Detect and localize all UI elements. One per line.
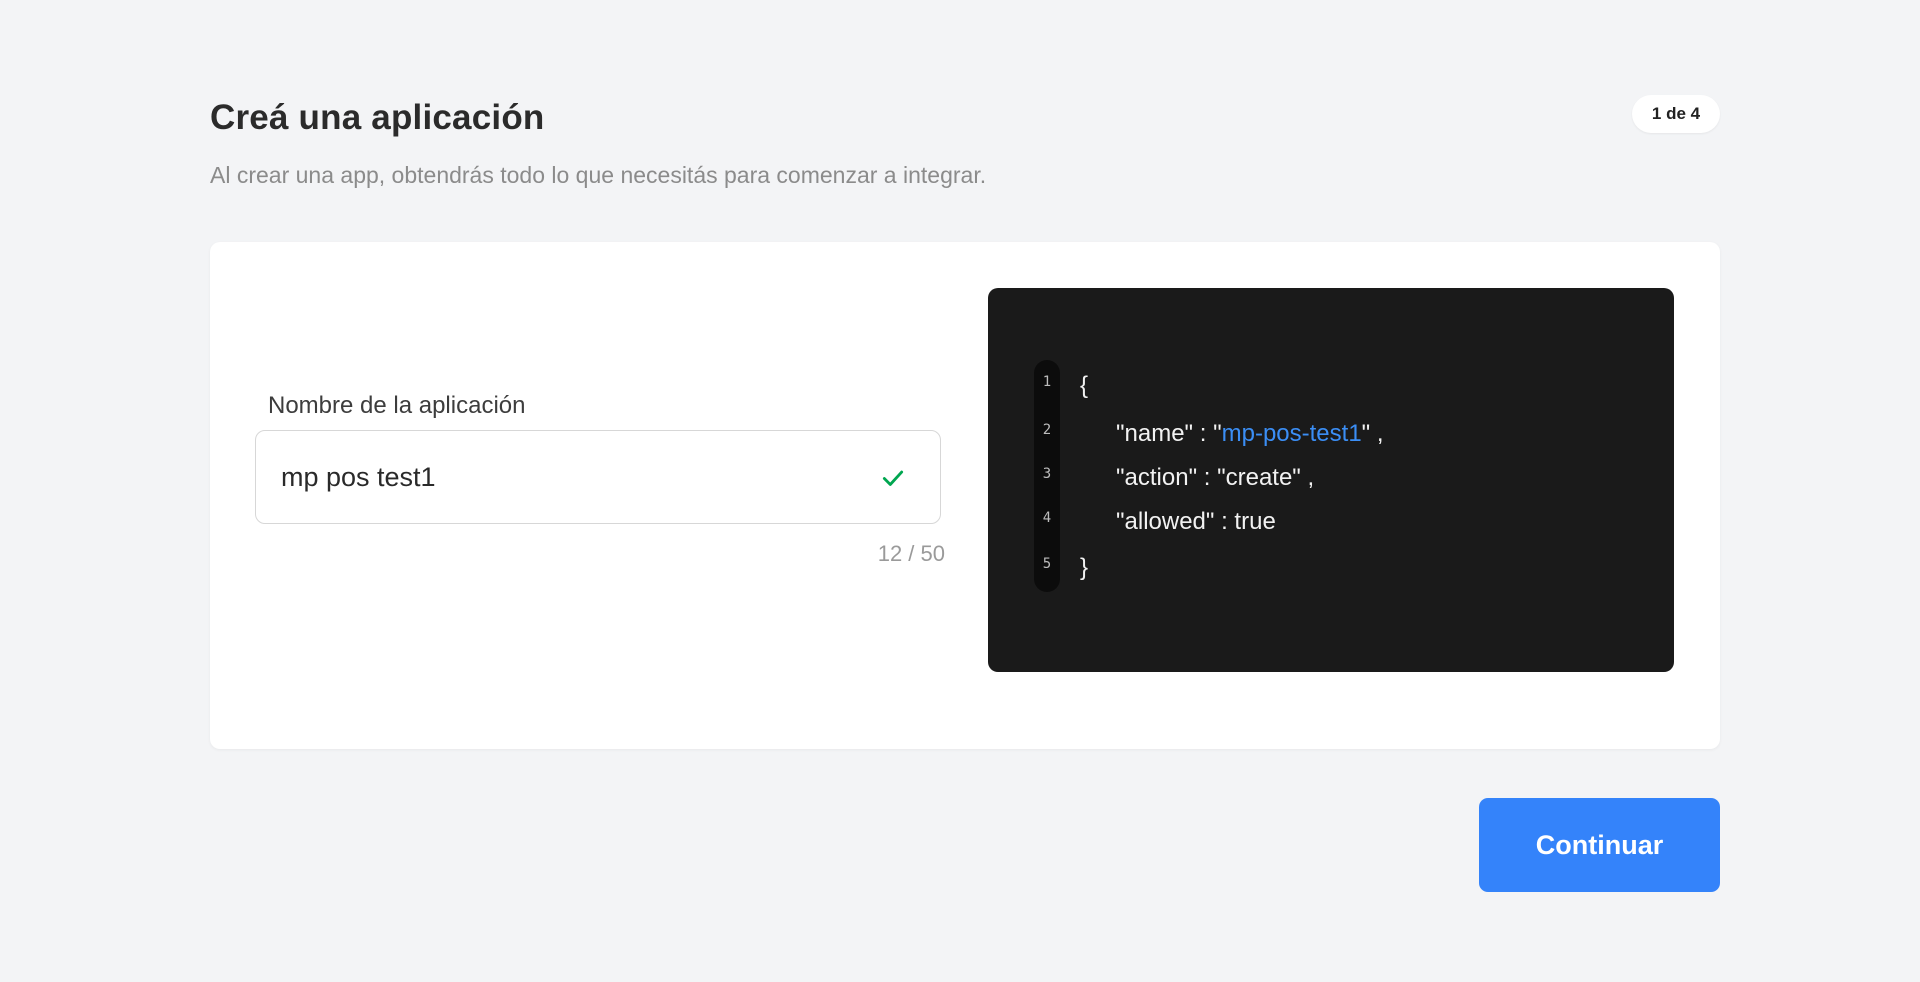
page-subtitle: Al crear una app, obtendrás todo lo que … (210, 162, 987, 188)
line-number-gutter: 1 2 3 4 5 (1034, 360, 1060, 592)
char-counter: 12 / 50 (877, 541, 945, 566)
json-code-preview: 1 2 3 4 5 { "name" : "mp-pos-test1" , "a… (988, 288, 1674, 672)
code-name-suffix: " , (1361, 420, 1384, 447)
code-line-close-brace: } (1080, 554, 1089, 581)
app-name-field[interactable] (255, 430, 941, 524)
line-number: 1 (1042, 374, 1052, 390)
create-app-card: Nombre de la aplicación 12 / 50 1 2 3 4 … (210, 242, 1720, 749)
continue-button[interactable]: Continuar (1479, 798, 1720, 892)
code-line-open-brace: { (1080, 372, 1089, 399)
app-name-input[interactable] (256, 446, 843, 508)
line-number: 5 (1042, 556, 1052, 572)
code-line-action: "action" : "create" , (1116, 464, 1315, 491)
line-number: 4 (1042, 510, 1052, 526)
code-name-key: "name" : " (1116, 420, 1222, 447)
step-indicator-badge: 1 de 4 (1632, 95, 1720, 133)
check-icon (882, 470, 904, 486)
app-name-label: Nombre de la aplicación (268, 392, 526, 419)
line-number: 2 (1042, 422, 1052, 438)
code-line-allowed: "allowed" : true (1116, 508, 1276, 535)
page-title: Creá una aplicación (210, 98, 545, 137)
code-line-name: "name" : "mp-pos-test1" , (1116, 420, 1384, 448)
line-number: 3 (1042, 466, 1052, 482)
code-name-value: mp-pos-test1 (1221, 420, 1362, 447)
